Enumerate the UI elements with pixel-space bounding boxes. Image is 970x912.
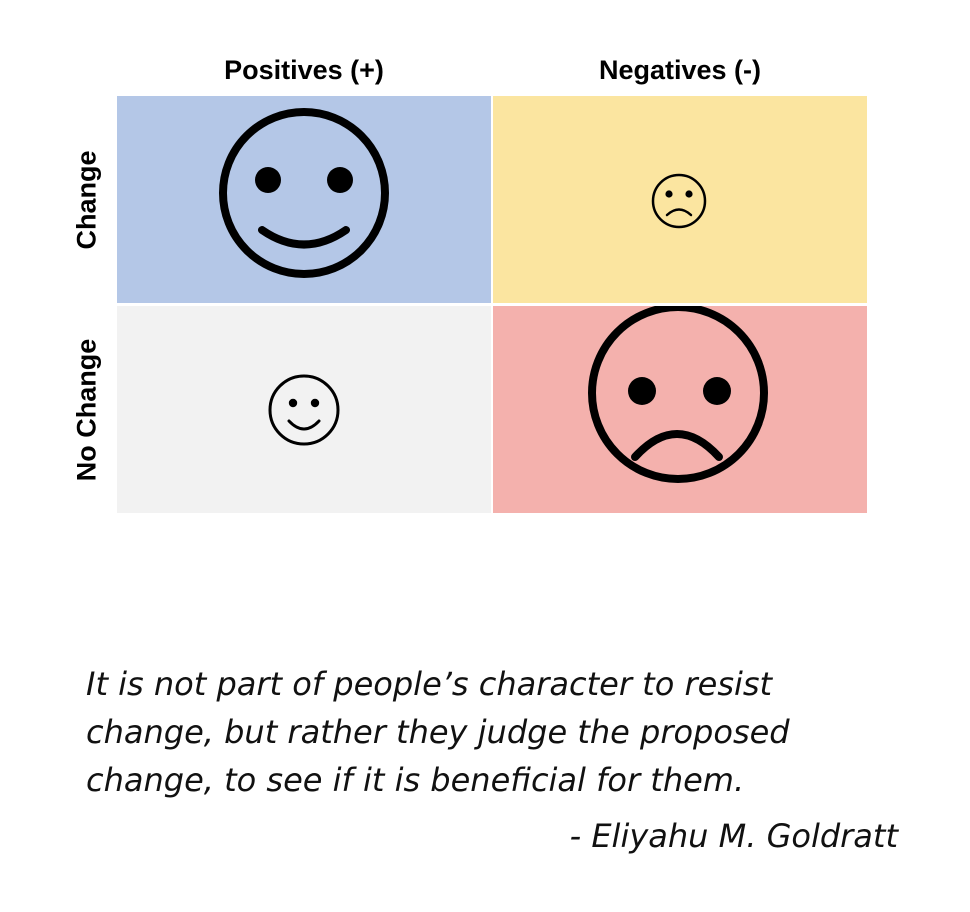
- row-header-change-wrap: Change: [60, 96, 114, 303]
- large-frowning-face-icon: [588, 306, 768, 483]
- quadrant-no-change-negatives: [493, 306, 867, 513]
- quadrant-change-negatives: [493, 96, 867, 303]
- small-smiley-face-icon: [268, 374, 340, 446]
- column-header-negatives: Negatives (-): [598, 55, 762, 85]
- column-header-positives: Positives (+): [224, 55, 384, 85]
- quote-attribution: - Eliyahu M. Goldratt: [569, 817, 898, 855]
- row-header-no-change-wrap: No Change: [60, 306, 114, 513]
- row-header-no-change: No Change: [71, 338, 102, 481]
- quadrant-no-change-positives: [117, 306, 491, 513]
- goldratt-quote: It is not part of people’s character to …: [86, 665, 790, 799]
- small-frowning-face-icon: [651, 173, 707, 229]
- quadrant-change-positives: [117, 96, 491, 303]
- large-smiley-face-icon: [219, 108, 389, 278]
- row-header-change: Change: [71, 149, 102, 250]
